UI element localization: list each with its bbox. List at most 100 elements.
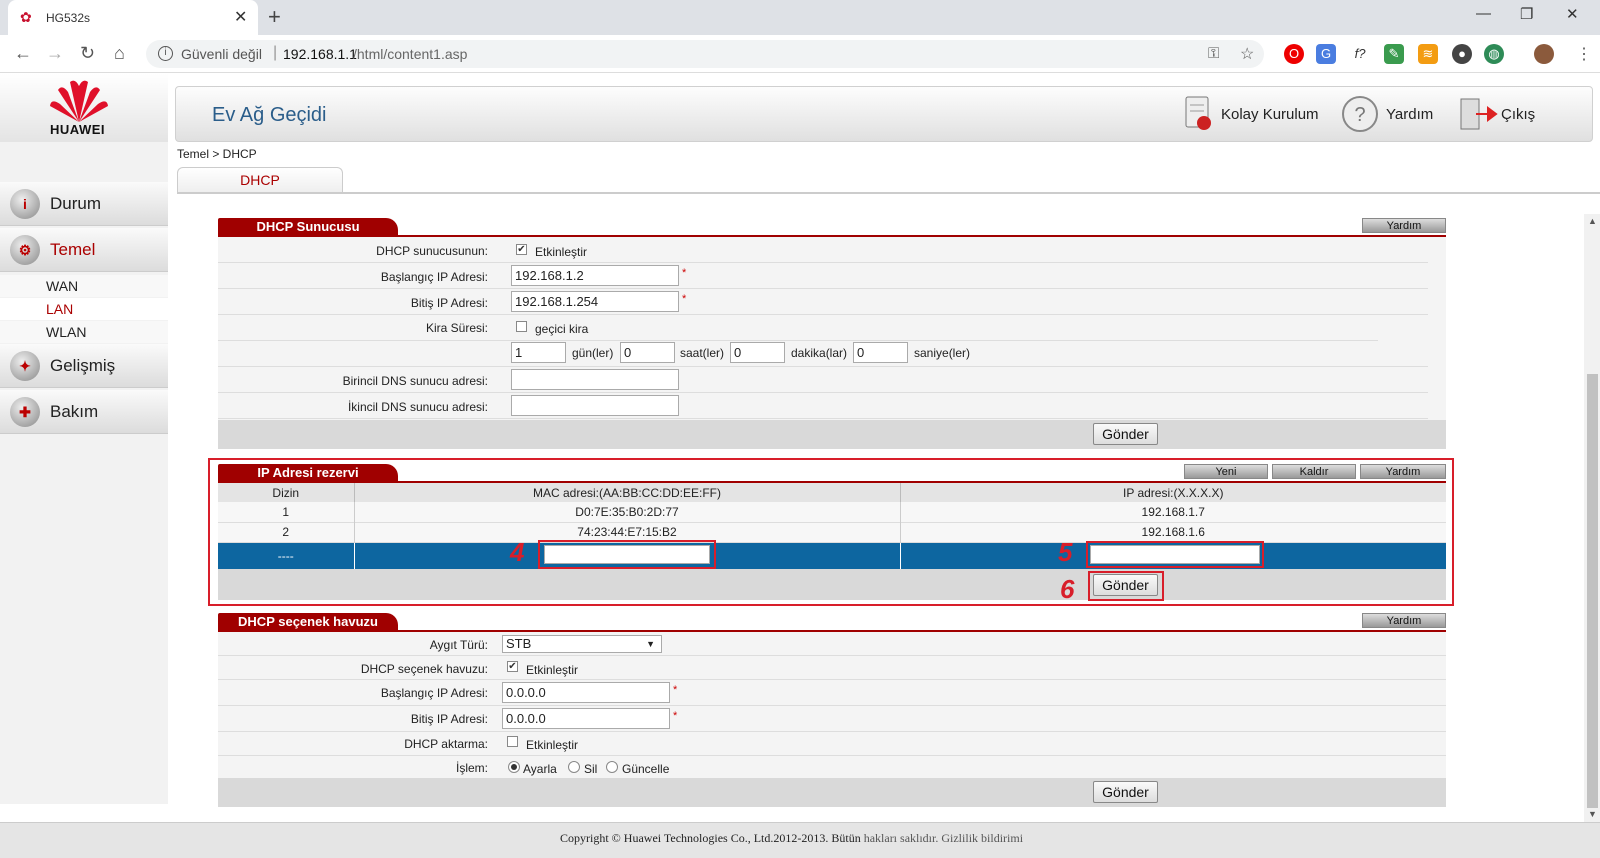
address-bar[interactable]: i Güvenli değil | 192.168.1.1 /html/cont…	[146, 40, 1264, 68]
option-pool-submit-button[interactable]: Gönder	[1093, 781, 1158, 803]
menu-kebab-icon[interactable]: ⋮	[1576, 44, 1592, 64]
opera-ext-icon[interactable]: O	[1284, 44, 1304, 64]
sidebar-subitem-wlan[interactable]: WLAN	[0, 321, 168, 343]
logout-link[interactable]: Çıkış	[1501, 106, 1535, 123]
reload-icon[interactable]: ↻	[80, 43, 95, 64]
lease-hours-input[interactable]: 0	[620, 342, 675, 363]
lease-label: Kira Süresi:	[425, 321, 488, 335]
page-title: Ev Ağ Geçidi	[212, 104, 327, 126]
page-scrollbar[interactable]: ▲ ▼	[1584, 214, 1600, 822]
bookmark-star-icon[interactable]: ☆	[1240, 44, 1254, 64]
section-title-dhcp-server: DHCP Sunucusu	[218, 218, 398, 236]
scroll-down-icon[interactable]: ▼	[1588, 809, 1597, 819]
scroll-up-icon[interactable]: ▲	[1588, 216, 1597, 226]
new-ip-input[interactable]	[1090, 545, 1260, 564]
ip-reserve-remove-button[interactable]: Kaldır	[1272, 464, 1356, 479]
huawei-petals-icon	[50, 80, 108, 122]
help-icon[interactable]: ?	[1341, 95, 1379, 133]
profile-avatar[interactable]	[1534, 44, 1554, 64]
option-pool-help-button[interactable]: Yardım	[1362, 613, 1446, 628]
dhcp-server-help-button[interactable]: Yardım	[1362, 218, 1446, 233]
required-star: *	[682, 267, 687, 279]
action-set-text: Ayarla	[523, 762, 557, 776]
start-ip-input[interactable]: 192.168.1.2	[511, 265, 679, 286]
submit-bar	[218, 420, 1446, 449]
home-icon[interactable]: ⌂	[114, 43, 125, 64]
info-icon[interactable]: i	[158, 46, 173, 61]
chevron-down-icon: ▼	[646, 639, 655, 649]
dns2-input[interactable]	[511, 395, 679, 416]
column-header-mac: MAC adresi:(AA:BB:CC:DD:EE:FF)	[354, 483, 901, 502]
cell-index: 1	[218, 502, 355, 522]
scrollbar-thumb[interactable]	[1587, 374, 1598, 808]
cell-mac: 74:23:44:E7:15:B2	[354, 522, 901, 542]
sidebar-item-durum[interactable]: i Durum	[0, 182, 168, 226]
new-mac-input[interactable]	[544, 545, 710, 564]
new-tab-icon[interactable]: +	[268, 4, 281, 30]
new-row-index: ----	[218, 542, 355, 569]
maintenance-icon: ✚	[10, 397, 40, 427]
help-link[interactable]: Yardım	[1386, 106, 1433, 123]
tab-title: HG532s	[46, 11, 91, 25]
end-ip-input[interactable]: 192.168.1.254	[511, 291, 679, 312]
dhcp-relay-checkbox[interactable]	[507, 736, 518, 747]
rss-ext-icon[interactable]: ≋	[1418, 44, 1438, 64]
key-icon[interactable]: ⚿	[1208, 45, 1219, 62]
logo-text: HUAWEI	[50, 122, 105, 137]
table-row[interactable]: 2 74:23:44:E7:15:B2 192.168.1.6	[218, 522, 1446, 542]
pen-ext-icon[interactable]: ✎	[1384, 44, 1404, 64]
action-delete-text: Sil	[584, 762, 598, 776]
restore-icon[interactable]: ❐	[1520, 5, 1533, 23]
bulb-ext-icon[interactable]: ●	[1452, 44, 1472, 64]
dhcp-enable-checkbox[interactable]: ✔	[516, 244, 527, 255]
globe-ext-icon[interactable]: ◍	[1484, 44, 1504, 64]
browser-tab[interactable]: ✿ HG532s ✕	[8, 0, 258, 35]
sidebar-subitem-lan[interactable]: LAN	[0, 298, 168, 320]
action-label: İşlem:	[455, 761, 488, 775]
dns1-input[interactable]	[511, 369, 679, 390]
close-tab-icon[interactable]: ✕	[234, 7, 247, 27]
quick-setup-icon[interactable]	[1182, 95, 1216, 133]
rights-link[interactable]: hakları saklıdır.	[864, 831, 939, 845]
action-update-radio[interactable]	[606, 761, 618, 773]
ip-reserve-submit-button[interactable]: Gönder	[1093, 574, 1158, 596]
option-pool-checkbox[interactable]: ✔	[507, 661, 518, 672]
back-icon[interactable]: ←	[14, 43, 32, 64]
pool-start-ip-input[interactable]: 0.0.0.0	[502, 682, 670, 703]
formula-ext-icon[interactable]: f?	[1350, 44, 1370, 64]
lease-seconds-input[interactable]: 0	[853, 342, 908, 363]
end-ip-label: Bitiş IP Adresi:	[410, 296, 488, 310]
forward-icon[interactable]: →	[46, 43, 64, 64]
quick-setup-link[interactable]: Kolay Kurulum	[1221, 106, 1319, 123]
temp-lease-checkbox[interactable]	[516, 321, 527, 332]
security-label: Güvenli değil	[181, 46, 262, 62]
logout-icon[interactable]	[1458, 95, 1498, 133]
sidebar-subitem-wan[interactable]: WAN	[0, 275, 168, 297]
action-delete-radio[interactable]	[568, 761, 580, 773]
privacy-link[interactable]: Gizlilik bildirimi	[941, 831, 1023, 845]
hours-unit: saat(ler)	[680, 346, 725, 360]
table-row[interactable]: 1 D0:7E:35:B0:2D:77 192.168.1.7	[218, 502, 1446, 522]
svg-text:?: ?	[1354, 104, 1365, 126]
ip-reserve-help-button[interactable]: Yardım	[1360, 464, 1446, 479]
ip-reserve-new-button[interactable]: Yeni	[1184, 464, 1268, 479]
sidebar-item-temel[interactable]: ⚙ Temel	[0, 228, 168, 272]
pool-end-ip-input[interactable]: 0.0.0.0	[502, 708, 670, 729]
pool-start-ip-label: Başlangıç IP Adresi:	[380, 686, 488, 700]
tab-dhcp[interactable]: DHCP	[177, 167, 343, 193]
device-type-select[interactable]: STB ▼	[502, 635, 662, 653]
window-close-icon[interactable]: ✕	[1566, 5, 1579, 23]
option-pool-text: Etkinleştir	[526, 663, 579, 677]
sidebar-item-gelismis[interactable]: ✦ Gelişmiş	[0, 344, 168, 388]
lease-days-input[interactable]: 1	[511, 342, 566, 363]
action-set-radio[interactable]	[508, 761, 520, 773]
cell-ip: 192.168.1.6	[1141, 525, 1205, 539]
annotation-marker-4: 4	[510, 537, 525, 567]
action-update-text: Güncelle	[622, 762, 670, 776]
submit-bar	[218, 569, 1446, 600]
minimize-icon[interactable]: —	[1476, 5, 1491, 22]
sidebar-item-bakim[interactable]: ✚ Bakım	[0, 390, 168, 434]
dhcp-server-submit-button[interactable]: Gönder	[1093, 423, 1158, 445]
lease-minutes-input[interactable]: 0	[730, 342, 785, 363]
translate-ext-icon[interactable]: G	[1316, 44, 1336, 64]
